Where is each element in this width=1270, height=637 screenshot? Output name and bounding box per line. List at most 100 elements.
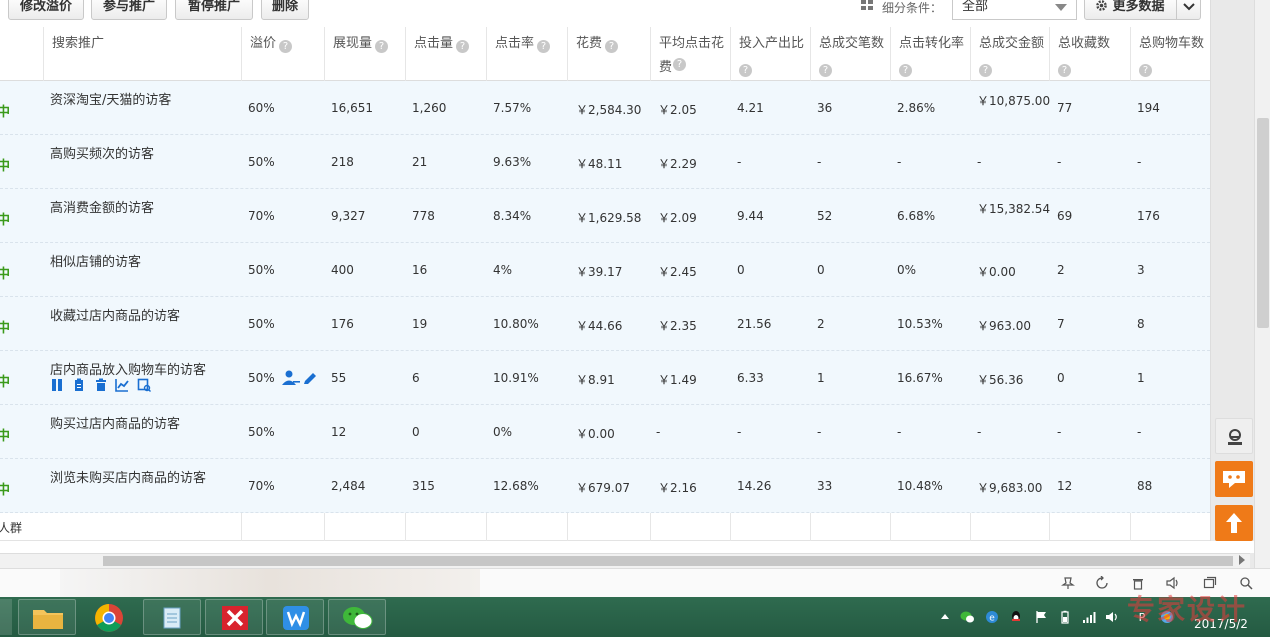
chevron-down-icon[interactable]	[1183, 1, 1195, 13]
cell-clicks: 778	[412, 209, 435, 223]
feedback-button[interactable]	[1215, 461, 1253, 497]
clipboard-icon[interactable]	[72, 378, 86, 392]
table-row[interactable]: 中 店内商品放入购物车的访客 50% 55 6 10.91% ￥8.91 ￥1.…	[0, 351, 1210, 405]
help-icon[interactable]: ?	[739, 64, 752, 77]
header-orders[interactable]: 总成交笔数 ?	[810, 27, 890, 81]
status-indicator: 中	[0, 483, 11, 498]
header-name[interactable]: 搜索推广	[43, 27, 241, 81]
cell-gmv: ￥9,683.00	[977, 481, 1043, 495]
taskbar-file-explorer[interactable]	[18, 599, 76, 635]
horizontal-scrollbar[interactable]	[0, 553, 1250, 568]
help-icon[interactable]: ?	[673, 58, 686, 71]
column-divider	[970, 513, 971, 541]
help-icon[interactable]: ?	[456, 40, 470, 53]
cell-clicks: 6	[412, 371, 420, 385]
watermark-text: 专家设计	[1127, 593, 1248, 626]
line-chart-icon[interactable]	[115, 378, 130, 392]
taskbar-notepad[interactable]	[143, 599, 201, 635]
table-row[interactable]: 中 高购买频次的访客 50% 218 21 9.63% ￥48.11 ￥2.29…	[0, 135, 1210, 189]
chat-bubble-icon	[1223, 471, 1245, 488]
tray-volume-icon[interactable]	[1105, 610, 1119, 624]
pause-icon[interactable]	[50, 378, 64, 392]
more-data-button[interactable]: 更多数据	[1084, 0, 1201, 20]
horizontal-scroll-thumb[interactable]	[103, 556, 1233, 566]
pin-icon[interactable]	[1061, 576, 1075, 590]
cell-favorites: -	[1057, 155, 1062, 169]
vertical-scrollbar[interactable]	[1254, 0, 1270, 570]
tray-security-icon[interactable]: e	[985, 610, 999, 624]
filter-select[interactable]: 全部	[952, 0, 1077, 20]
cell-impressions: 218	[331, 155, 354, 169]
cell-orders: 52	[817, 209, 833, 223]
tray-qq-icon[interactable]	[1009, 610, 1023, 624]
tray-signal-icon[interactable]	[1082, 610, 1096, 624]
help-icon[interactable]: ?	[819, 64, 832, 77]
header-favorites-label: 总收藏数	[1058, 36, 1111, 51]
group-row[interactable]: 人群	[0, 513, 1210, 541]
tray-wechat-icon[interactable]	[960, 610, 974, 624]
cell-clicks: 315	[412, 479, 435, 493]
status-indicator: 中	[0, 375, 11, 390]
cell-avg-cpc: -	[656, 425, 661, 439]
cell-favorites: 12	[1057, 479, 1073, 493]
header-ctr[interactable]: 点击率?	[486, 27, 567, 81]
back-to-top-button[interactable]	[1215, 505, 1253, 541]
taskbar-chrome[interactable]	[80, 599, 138, 635]
table-row[interactable]: 中 浏览未购买店内商品的访客 70% 2,484 315 12.68% ￥679…	[0, 459, 1210, 513]
cell-gmv: ￥10,875.00	[977, 94, 1051, 108]
taskbar-wps[interactable]	[266, 599, 324, 635]
help-icon[interactable]: ?	[375, 40, 389, 53]
help-icon[interactable]: ?	[979, 64, 992, 77]
customer-service-button[interactable]	[1215, 418, 1253, 454]
help-icon[interactable]: ?	[279, 40, 293, 53]
header-cost-label: 花费	[576, 36, 603, 51]
header-conv-rate[interactable]: 点击转化率 ?	[890, 27, 970, 81]
header-clicks[interactable]: 点击量?	[405, 27, 486, 81]
column-divider	[1049, 513, 1050, 541]
report-icon[interactable]	[137, 378, 152, 392]
help-icon[interactable]: ?	[1058, 64, 1071, 77]
header-roi[interactable]: 投入产出比 ?	[730, 27, 810, 81]
header-roi-label: 投入产出比	[739, 36, 805, 51]
pause-promotion-button[interactable]: 暂停推广	[175, 0, 253, 20]
taskbar-xmind[interactable]	[205, 599, 263, 635]
help-icon[interactable]: ?	[1139, 64, 1152, 77]
tray-battery-icon[interactable]	[1058, 610, 1072, 624]
modify-premium-button[interactable]: 修改溢价	[8, 0, 84, 20]
trash-icon[interactable]	[94, 378, 108, 392]
cell-favorites: 69	[1057, 209, 1073, 223]
table-row[interactable]: 中 相似店铺的访客 50% 400 16 4% ￥39.17 ￥2.45 0 0…	[0, 243, 1210, 297]
vertical-scroll-thumb[interactable]	[1257, 118, 1269, 328]
header-gmv-label: 总成交金额	[979, 36, 1045, 51]
header-premium[interactable]: 溢价?	[241, 27, 324, 81]
table-row[interactable]: 中 高消费金额的访客 70% 9,327 778 8.34% ￥1,629.58…	[0, 189, 1210, 243]
cell-roi: 9.44	[737, 209, 764, 223]
taskbar-wechat[interactable]	[328, 599, 386, 635]
help-icon[interactable]: ?	[537, 40, 551, 53]
header-favorites[interactable]: 总收藏数 ?	[1049, 27, 1130, 81]
help-icon[interactable]: ?	[899, 64, 912, 77]
delete-button[interactable]: 删除	[261, 0, 309, 20]
pencil-icon[interactable]	[303, 370, 318, 385]
cell-carts: 8	[1137, 317, 1145, 331]
user-edit-icon[interactable]	[282, 370, 300, 386]
row-actions	[50, 378, 155, 392]
refresh-icon[interactable]	[1095, 576, 1109, 590]
header-gmv[interactable]: 总成交金额 ?	[970, 27, 1049, 81]
scroll-right-arrow-icon[interactable]	[1239, 555, 1245, 565]
header-carts[interactable]: 总购物车数 ?	[1130, 27, 1210, 81]
cell-avg-cpc: ￥2.35	[658, 319, 697, 333]
header-avg-cpc[interactable]: 平均点击花费 ?	[650, 27, 730, 81]
table-row[interactable]: 中 资深淘宝/天猫的访客 60% 16,651 1,260 7.57% ￥2,5…	[0, 81, 1210, 135]
table-row[interactable]: 中 收藏过店内商品的访客 50% 176 19 10.80% ￥44.66 ￥2…	[0, 297, 1210, 351]
status-indicator: 中	[0, 159, 11, 174]
join-promotion-button[interactable]: 参与推广	[91, 0, 167, 20]
help-icon[interactable]: ?	[605, 40, 619, 53]
table-row[interactable]: 中 购买过店内商品的访客 50% 12 0 0% ￥0.00 - - - - -…	[0, 405, 1210, 459]
row-name: 购买过店内商品的访客	[50, 417, 181, 432]
tray-flag-icon[interactable]	[1034, 610, 1048, 624]
header-impressions[interactable]: 展现量?	[324, 27, 405, 81]
start-edge[interactable]	[0, 599, 12, 635]
header-cost[interactable]: 花费?	[567, 27, 650, 81]
tray-expand-icon[interactable]	[940, 610, 950, 624]
